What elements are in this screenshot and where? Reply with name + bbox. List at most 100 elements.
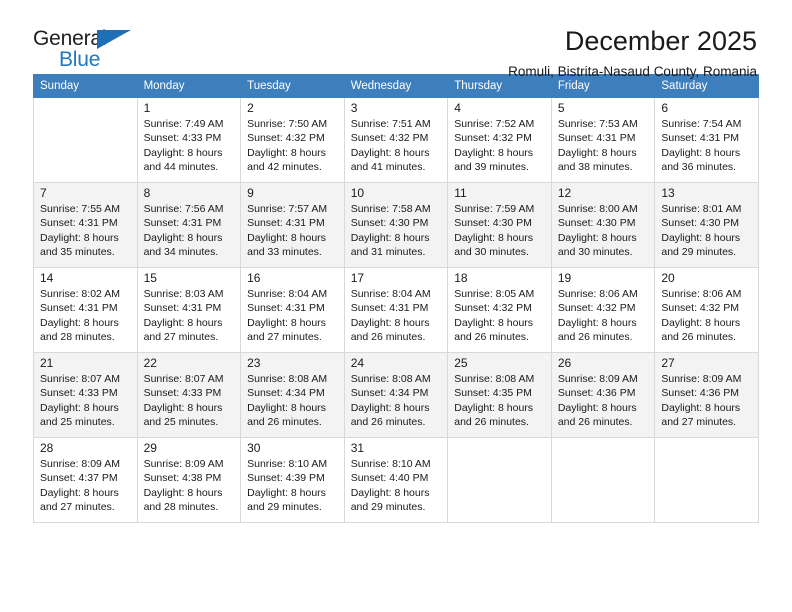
- day-number: 13: [661, 186, 675, 200]
- day-sun-info: Sunrise: 8:08 AM Sunset: 4:34 PM Daylight:…: [345, 372, 448, 429]
- day-cell[interactable]: 29 Sunrise: 8:09 AM Sunset: 4:38 PM Dayligh…: [136, 437, 242, 523]
- weekday-header-tuesday: Tuesday: [240, 74, 345, 98]
- daylight-text: Daylight: 8 hours: [247, 486, 326, 499]
- day-number: 29: [143, 441, 157, 455]
- day-cell[interactable]: 16 Sunrise: 8:04 AM Sunset: 4:31 PM Dayligh…: [240, 267, 345, 353]
- day-cell[interactable]: 17 Sunrise: 8:04 AM Sunset: 4:31 PM Dayligh…: [343, 267, 449, 353]
- day-number: 30: [247, 441, 261, 455]
- daylight-text: Daylight: 8 hours: [40, 401, 119, 414]
- daylight-text: Daylight: 8 hours: [350, 316, 430, 329]
- sunrise-text: Sunrise: 8:10 AM: [350, 458, 431, 471]
- sunset-text: Sunset: 4:34 PM: [247, 387, 325, 400]
- triangle-icon: [97, 30, 131, 49]
- day-number: 6: [661, 101, 669, 115]
- day-cell[interactable]: 9 Sunrise: 7:57 AM Sunset: 4:31 PM Daylight…: [240, 182, 345, 268]
- day-cell[interactable]: 25 Sunrise: 8:08 AM Sunset: 4:35 PM Dayligh…: [447, 352, 552, 438]
- sunrise-text: Sunrise: 8:08 AM: [247, 373, 328, 386]
- weekday-header-monday: Monday: [136, 74, 242, 98]
- daylight-text-cont: and 35 minutes.: [40, 245, 115, 258]
- daylight-text: Daylight: 8 hours: [454, 146, 534, 159]
- sunrise-text: Sunrise: 7:59 AM: [454, 203, 535, 216]
- day-cell[interactable]: 20 Sunrise: 8:06 AM Sunset: 4:32 PM Dayligh…: [654, 267, 759, 353]
- day-cell[interactable]: 1 Sunrise: 7:49 AM Sunset: 4:33 PM Daylight…: [136, 97, 242, 183]
- day-cell[interactable]: 28 Sunrise: 8:09 AM Sunset: 4:37 PM Dayligh…: [33, 437, 138, 523]
- generalblue-logo[interactable]: General Blue: [33, 27, 137, 73]
- sunrise-text: Sunrise: 8:04 AM: [247, 288, 328, 301]
- day-cell-empty: [550, 437, 656, 523]
- sunset-text: Sunset: 4:31 PM: [40, 217, 118, 230]
- day-cell-empty: [447, 437, 552, 523]
- day-sun-info: Sunrise: 7:51 AM Sunset: 4:32 PM Daylight:…: [345, 117, 448, 174]
- day-cell[interactable]: 23 Sunrise: 8:08 AM Sunset: 4:34 PM Dayligh…: [240, 352, 345, 438]
- day-cell[interactable]: 12 Sunrise: 8:00 AM Sunset: 4:30 PM Dayligh…: [550, 182, 656, 268]
- day-cell[interactable]: 18 Sunrise: 8:05 AM Sunset: 4:32 PM Dayligh…: [447, 267, 552, 353]
- day-sun-info: Sunrise: 7:49 AM Sunset: 4:33 PM Daylight:…: [138, 117, 241, 174]
- sunrise-text: Sunrise: 7:50 AM: [247, 118, 328, 131]
- day-sun-info: Sunrise: 7:59 AM Sunset: 4:30 PM Daylight:…: [448, 202, 551, 259]
- day-cell[interactable]: 11 Sunrise: 7:59 AM Sunset: 4:30 PM Dayligh…: [447, 182, 552, 268]
- day-cell[interactable]: 24 Sunrise: 8:08 AM Sunset: 4:34 PM Dayligh…: [343, 352, 449, 438]
- daylight-text: Daylight: 8 hours: [143, 146, 223, 159]
- daylight-text-cont: and 27 minutes.: [247, 330, 322, 343]
- day-number: 26: [557, 356, 572, 370]
- daylight-text: Daylight: 8 hours: [454, 316, 534, 329]
- day-number: 20: [661, 271, 675, 285]
- day-cell[interactable]: 31 Sunrise: 8:10 AM Sunset: 4:40 PM Dayligh…: [343, 437, 449, 523]
- day-cell[interactable]: 6 Sunrise: 7:54 AM Sunset: 4:31 PM Daylight…: [654, 97, 759, 183]
- day-number: 9: [247, 186, 254, 200]
- calendar-week-row: 21 Sunrise: 8:07 AM Sunset: 4:33 PM Dayligh…: [33, 352, 759, 438]
- day-cell[interactable]: 14 Sunrise: 8:02 AM Sunset: 4:31 PM Dayligh…: [33, 267, 138, 353]
- day-cell[interactable]: 8 Sunrise: 7:56 AM Sunset: 4:31 PM Daylight…: [136, 182, 242, 268]
- day-number: 8: [143, 186, 151, 200]
- daylight-text: Daylight: 8 hours: [350, 401, 430, 414]
- daylight-text: Daylight: 8 hours: [40, 486, 119, 499]
- day-cell[interactable]: 4 Sunrise: 7:52 AM Sunset: 4:32 PM Daylight…: [447, 97, 552, 183]
- day-sun-info: Sunrise: 8:04 AM Sunset: 4:31 PM Daylight:…: [241, 287, 344, 344]
- daylight-text-cont: and 27 minutes.: [40, 500, 115, 513]
- daylight-text: Daylight: 8 hours: [557, 231, 637, 244]
- day-number: 12: [557, 186, 572, 200]
- sunrise-text: Sunrise: 7:51 AM: [350, 118, 431, 131]
- sunrise-text: Sunrise: 7:53 AM: [557, 118, 638, 131]
- daylight-text-cont: and 27 minutes.: [661, 415, 737, 428]
- day-cell[interactable]: 5 Sunrise: 7:53 AM Sunset: 4:31 PM Daylight…: [550, 97, 656, 183]
- sunset-text: Sunset: 4:32 PM: [661, 302, 740, 315]
- sunrise-text: Sunrise: 7:54 AM: [661, 118, 742, 131]
- daylight-text-cont: and 38 minutes.: [557, 160, 633, 173]
- daylight-text-cont: and 25 minutes.: [40, 415, 115, 428]
- daylight-text-cont: and 30 minutes.: [454, 245, 529, 258]
- day-cell[interactable]: 13 Sunrise: 8:01 AM Sunset: 4:30 PM Dayligh…: [654, 182, 759, 268]
- day-cell[interactable]: 19 Sunrise: 8:06 AM Sunset: 4:32 PM Dayligh…: [550, 267, 656, 353]
- sunset-text: Sunset: 4:36 PM: [557, 387, 636, 400]
- calendar-week-row: 14 Sunrise: 8:02 AM Sunset: 4:31 PM Dayligh…: [33, 267, 759, 353]
- day-cell[interactable]: 26 Sunrise: 8:09 AM Sunset: 4:36 PM Dayligh…: [550, 352, 656, 438]
- day-cell[interactable]: 30 Sunrise: 8:10 AM Sunset: 4:39 PM Dayligh…: [240, 437, 345, 523]
- calendar-body: 1 Sunrise: 7:49 AM Sunset: 4:33 PM Daylight…: [33, 97, 759, 523]
- day-cell[interactable]: 21 Sunrise: 8:07 AM Sunset: 4:33 PM Dayligh…: [33, 352, 138, 438]
- day-cell[interactable]: 3 Sunrise: 7:51 AM Sunset: 4:32 PM Daylight…: [343, 97, 449, 183]
- daylight-text-cont: and 33 minutes.: [247, 245, 322, 258]
- page-title: December 2025: [564, 26, 757, 56]
- daylight-text: Daylight: 8 hours: [350, 486, 430, 499]
- day-number: 10: [350, 186, 365, 200]
- day-sun-info: Sunrise: 8:09 AM Sunset: 4:36 PM Daylight:…: [552, 372, 655, 429]
- day-cell[interactable]: 2 Sunrise: 7:50 AM Sunset: 4:32 PM Daylight…: [240, 97, 345, 183]
- day-cell[interactable]: 7 Sunrise: 7:55 AM Sunset: 4:31 PM Daylight…: [33, 182, 138, 268]
- page-subtitle: Romuli, Bistrita-Nasaud County, Romania: [508, 64, 757, 80]
- sunset-text: Sunset: 4:31 PM: [661, 132, 740, 145]
- sunrise-text: Sunrise: 8:06 AM: [557, 288, 638, 301]
- sunrise-text: Sunrise: 8:10 AM: [247, 458, 328, 471]
- daylight-text-cont: and 27 minutes.: [143, 330, 219, 343]
- daylight-text: Daylight: 8 hours: [247, 231, 326, 244]
- day-cell[interactable]: 10 Sunrise: 7:58 AM Sunset: 4:30 PM Dayligh…: [343, 182, 449, 268]
- daylight-text-cont: and 28 minutes.: [40, 330, 115, 343]
- day-cell[interactable]: 27 Sunrise: 8:09 AM Sunset: 4:36 PM Dayligh…: [654, 352, 759, 438]
- daylight-text-cont: and 42 minutes.: [247, 160, 322, 173]
- sunrise-text: Sunrise: 8:09 AM: [661, 373, 742, 386]
- day-cell[interactable]: 22 Sunrise: 8:07 AM Sunset: 4:33 PM Dayligh…: [136, 352, 242, 438]
- day-number: 24: [350, 356, 365, 370]
- day-number: 22: [143, 356, 157, 370]
- sunset-text: Sunset: 4:33 PM: [40, 387, 118, 400]
- day-sun-info: Sunrise: 8:01 AM Sunset: 4:30 PM Daylight:…: [655, 202, 758, 259]
- day-cell[interactable]: 15 Sunrise: 8:03 AM Sunset: 4:31 PM Dayligh…: [136, 267, 242, 353]
